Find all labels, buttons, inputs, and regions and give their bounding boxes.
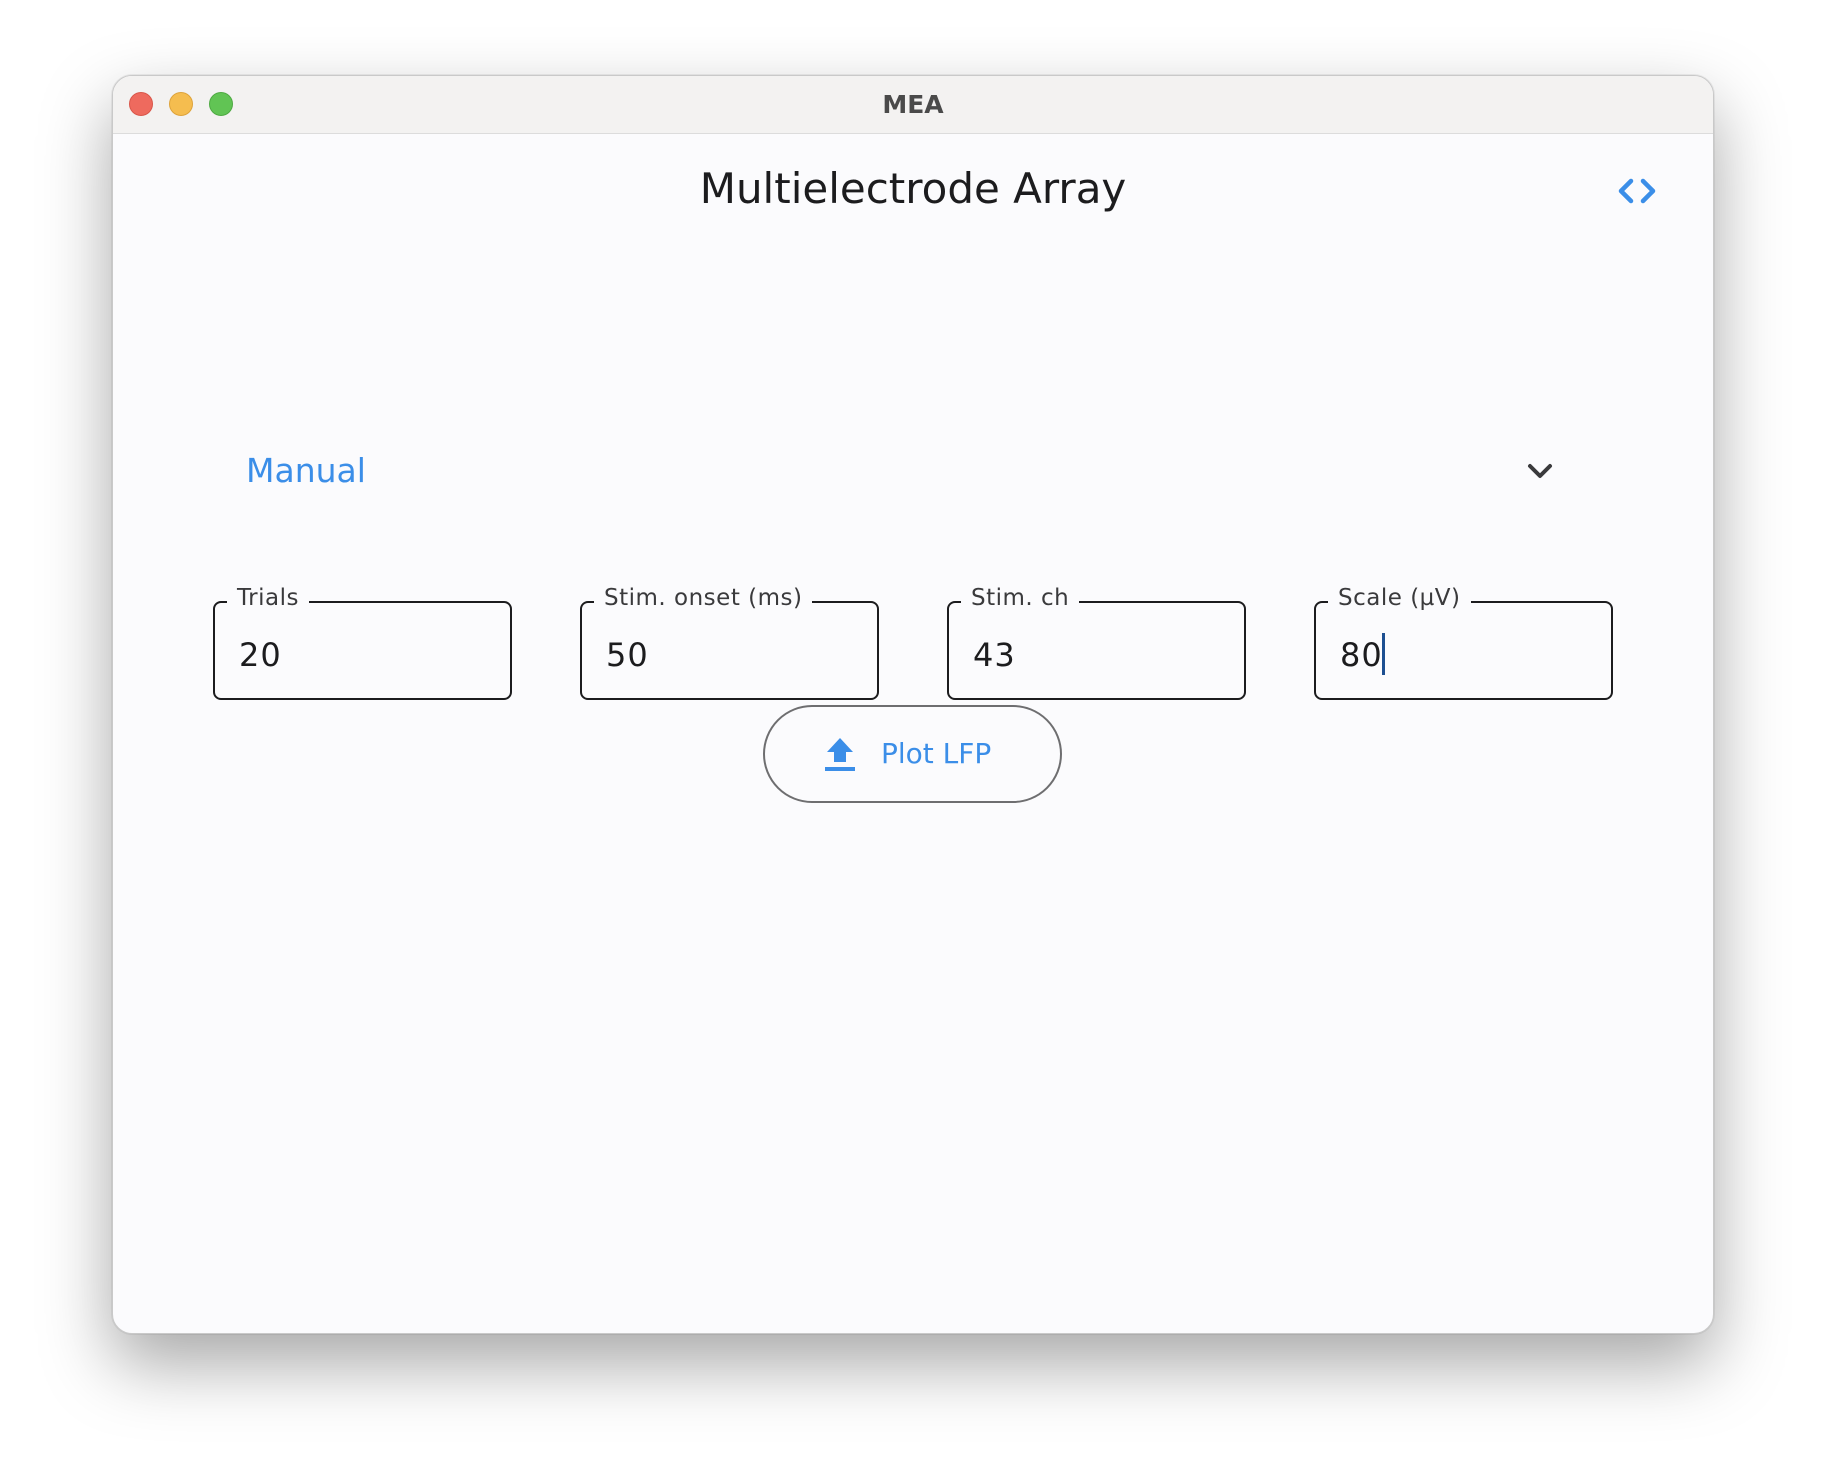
plot-lfp-label: Plot LFP [881, 737, 992, 770]
stim-channel-label: Stim. ch [961, 585, 1080, 611]
mode-dropdown[interactable]: Manual [113, 436, 1713, 506]
window-title: MEA [882, 90, 944, 119]
trials-label: Trials [227, 585, 309, 611]
scale-field[interactable]: Scale (µV) [1314, 585, 1613, 700]
plot-lfp-button[interactable]: Plot LFP [763, 705, 1062, 803]
scale-label: Scale (µV) [1328, 585, 1471, 611]
stim-onset-input[interactable] [606, 633, 856, 677]
title-bar[interactable]: MEA [113, 76, 1713, 134]
stim-channel-input[interactable] [973, 633, 1223, 677]
chevron-down-icon [1525, 456, 1555, 486]
page-title: Multielectrode Array [699, 164, 1127, 213]
trials-input[interactable] [239, 633, 489, 677]
stim-onset-field[interactable]: Stim. onset (ms) [580, 585, 879, 700]
text-caret [1382, 633, 1385, 675]
code-icon[interactable] [1613, 171, 1661, 211]
scale-input[interactable] [1340, 633, 1590, 677]
mode-dropdown-value: Manual [246, 451, 366, 490]
stim-onset-label: Stim. onset (ms) [594, 585, 813, 611]
stim-channel-field[interactable]: Stim. ch [947, 585, 1246, 700]
app-window: MEA Multielectrode Array Manual Trials S… [112, 75, 1714, 1334]
upload-icon [823, 736, 857, 774]
trials-field[interactable]: Trials [213, 585, 512, 700]
